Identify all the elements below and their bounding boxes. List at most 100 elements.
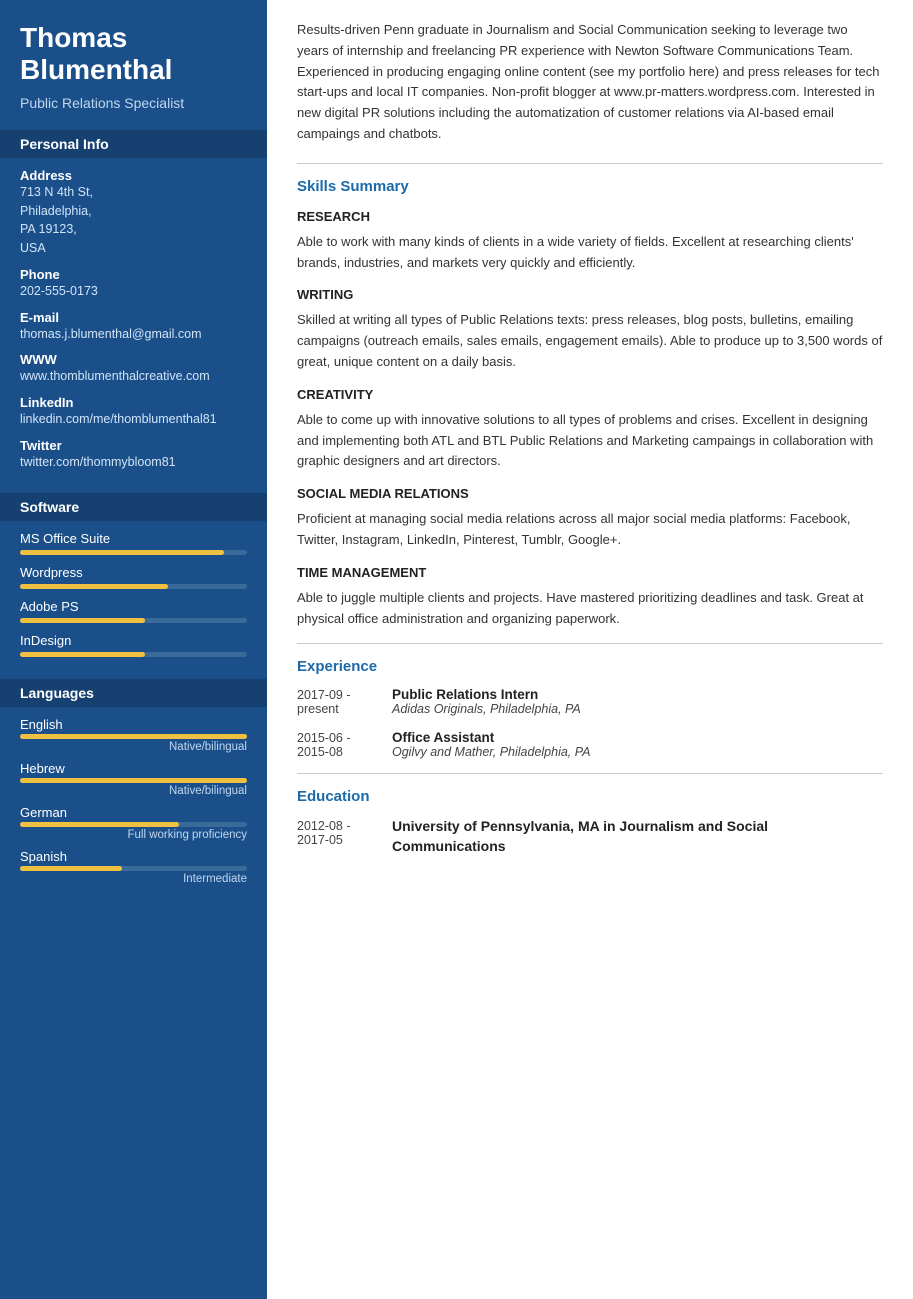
language-name: English [20, 717, 247, 732]
exp-title: Office Assistant [392, 730, 591, 745]
divider-1 [297, 163, 883, 164]
education-heading: Education [297, 788, 883, 805]
skill-category-desc: Proficient at managing social media rela… [297, 509, 883, 551]
software-bar-fill [20, 652, 145, 657]
skill-category-block: CREATIVITY Able to come up with innovati… [297, 387, 883, 472]
language-bar-fill [20, 866, 122, 871]
skills-list: RESEARCH Able to work with many kinds of… [297, 209, 883, 630]
linkedin-value: linkedin.com/me/thomblumenthal81 [20, 410, 247, 429]
candidate-title: Public Relations Specialist [20, 94, 247, 114]
skill-category-block: SOCIAL MEDIA RELATIONS Proficient at man… [297, 486, 883, 551]
software-bar-bg [20, 618, 247, 623]
exp-company: Adidas Originals, Philadelphia, PA [392, 702, 581, 716]
experience-heading: Experience [297, 658, 883, 675]
exp-company: Ogilvy and Mather, Philadelphia, PA [392, 745, 591, 759]
skills-heading: Skills Summary [297, 178, 883, 195]
language-level: Intermediate [20, 873, 247, 885]
exp-details: Office Assistant Ogilvy and Mather, Phil… [392, 730, 591, 759]
software-bar-fill [20, 618, 145, 623]
language-level: Full working proficiency [20, 829, 247, 841]
language-name: German [20, 805, 247, 820]
software-name: MS Office Suite [20, 531, 247, 546]
language-name: Spanish [20, 849, 247, 864]
resume-container: Thomas Blumenthal Public Relations Speci… [0, 0, 913, 1299]
software-bar-fill [20, 550, 224, 555]
education-item: 2012-08 -2017-05 University of Pennsylva… [297, 817, 883, 856]
skill-category-title: RESEARCH [297, 209, 883, 224]
email-label: E-mail [20, 310, 247, 325]
software-item: MS Office Suite [20, 531, 247, 555]
phone-value: 202-555-0173 [20, 282, 247, 301]
personal-info-heading: Personal Info [0, 130, 267, 158]
language-level: Native/bilingual [20, 741, 247, 753]
email-item: E-mail thomas.j.blumenthal@gmail.com [20, 310, 247, 344]
www-item: WWW www.thomblumenthalcreative.com [20, 352, 247, 386]
edu-date: 2012-08 -2017-05 [297, 817, 392, 856]
language-item: Hebrew Native/bilingual [20, 761, 247, 797]
sidebar: Thomas Blumenthal Public Relations Speci… [0, 0, 267, 1299]
skill-category-block: TIME MANAGEMENT Able to juggle multiple … [297, 565, 883, 630]
language-bar-bg [20, 822, 247, 827]
language-bar-bg [20, 778, 247, 783]
education-list: 2012-08 -2017-05 University of Pennsylva… [297, 817, 883, 856]
language-bar-bg [20, 866, 247, 871]
experience-item: 2017-09 -present Public Relations Intern… [297, 687, 883, 716]
divider-2 [297, 643, 883, 644]
address-item: Address 713 N 4th St,Philadelphia,PA 191… [20, 168, 247, 258]
skill-category-desc: Able to work with many kinds of clients … [297, 232, 883, 274]
summary-text: Results-driven Penn graduate in Journali… [297, 20, 883, 145]
linkedin-label: LinkedIn [20, 395, 247, 410]
language-bar-bg [20, 734, 247, 739]
language-bar-fill [20, 778, 247, 783]
software-bar-bg [20, 652, 247, 657]
phone-label: Phone [20, 267, 247, 282]
linkedin-item: LinkedIn linkedin.com/me/thomblumenthal8… [20, 395, 247, 429]
www-label: WWW [20, 352, 247, 367]
software-bar-bg [20, 584, 247, 589]
skill-category-block: RESEARCH Able to work with many kinds of… [297, 209, 883, 274]
language-name: Hebrew [20, 761, 247, 776]
software-heading: Software [0, 493, 267, 521]
experience-item: 2015-06 -2015-08 Office Assistant Ogilvy… [297, 730, 883, 759]
language-bar-fill [20, 822, 179, 827]
phone-item: Phone 202-555-0173 [20, 267, 247, 301]
skill-category-title: CREATIVITY [297, 387, 883, 402]
twitter-item: Twitter twitter.com/thommybloom81 [20, 438, 247, 472]
languages-heading: Languages [0, 679, 267, 707]
email-value: thomas.j.blumenthal@gmail.com [20, 325, 247, 344]
main-content: Results-driven Penn graduate in Journali… [267, 0, 913, 1299]
skill-category-title: TIME MANAGEMENT [297, 565, 883, 580]
edu-degree: University of Pennsylvania, MA in Journa… [392, 817, 883, 856]
www-value: www.thomblumenthalcreative.com [20, 367, 247, 386]
address-label: Address [20, 168, 247, 183]
twitter-value: twitter.com/thommybloom81 [20, 453, 247, 472]
software-item: InDesign [20, 633, 247, 657]
language-item: English Native/bilingual [20, 717, 247, 753]
skill-category-block: WRITING Skilled at writing all types of … [297, 287, 883, 372]
skill-category-title: SOCIAL MEDIA RELATIONS [297, 486, 883, 501]
languages-section: English Native/bilingual Hebrew Native/b… [0, 707, 267, 905]
skill-category-desc: Able to juggle multiple clients and proj… [297, 588, 883, 630]
language-bar-fill [20, 734, 247, 739]
experience-list: 2017-09 -present Public Relations Intern… [297, 687, 883, 759]
divider-3 [297, 773, 883, 774]
exp-title: Public Relations Intern [392, 687, 581, 702]
software-section: MS Office Suite Wordpress Adobe PS InDes… [0, 521, 267, 679]
personal-info-section: Address 713 N 4th St,Philadelphia,PA 191… [0, 158, 267, 493]
sidebar-header: Thomas Blumenthal Public Relations Speci… [0, 0, 267, 130]
software-name: Adobe PS [20, 599, 247, 614]
software-name: InDesign [20, 633, 247, 648]
twitter-label: Twitter [20, 438, 247, 453]
software-item: Adobe PS [20, 599, 247, 623]
software-bar-fill [20, 584, 168, 589]
language-level: Native/bilingual [20, 785, 247, 797]
edu-details: University of Pennsylvania, MA in Journa… [392, 817, 883, 856]
skill-category-desc: Able to come up with innovative solution… [297, 410, 883, 472]
software-bar-bg [20, 550, 247, 555]
skill-category-desc: Skilled at writing all types of Public R… [297, 310, 883, 372]
language-item: German Full working proficiency [20, 805, 247, 841]
exp-date: 2015-06 -2015-08 [297, 730, 392, 759]
software-name: Wordpress [20, 565, 247, 580]
language-item: Spanish Intermediate [20, 849, 247, 885]
candidate-name: Thomas Blumenthal [20, 22, 247, 86]
